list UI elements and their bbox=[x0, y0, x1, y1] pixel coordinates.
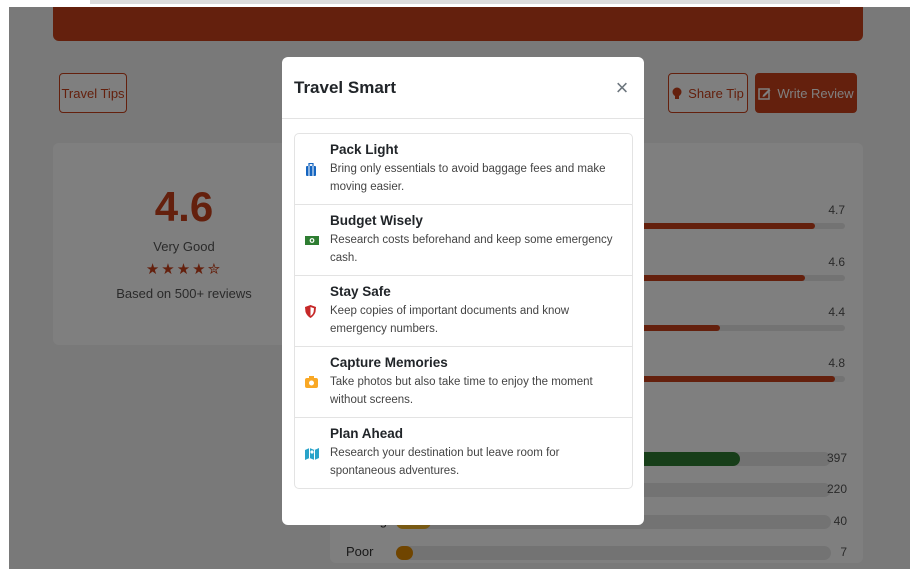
tip-item-capture-memories: Capture Memories Take photos but also ta… bbox=[295, 347, 632, 418]
map-icon bbox=[305, 447, 319, 460]
tip-title: Capture Memories bbox=[330, 355, 448, 370]
tip-item-budget-wisely: Budget Wisely Research costs beforehand … bbox=[295, 205, 632, 276]
camera-icon bbox=[305, 376, 318, 388]
tip-description: Take photos but also take time to enjoy … bbox=[330, 376, 593, 406]
side-strip bbox=[0, 0, 9, 569]
modal-header: Travel Smart × bbox=[282, 57, 644, 119]
tip-description: Research your destination but leave room… bbox=[330, 447, 560, 477]
tip-title: Budget Wisely bbox=[330, 213, 423, 228]
tip-item-plan-ahead: Plan Ahead Research your destination but… bbox=[295, 418, 632, 488]
tip-description: Keep copies of important documents and k… bbox=[330, 305, 570, 335]
modal-title: Travel Smart bbox=[294, 77, 397, 97]
close-icon[interactable]: × bbox=[610, 76, 634, 99]
tips-list: Pack Light Bring only essentials to avoi… bbox=[294, 133, 633, 489]
tip-description: Bring only essentials to avoid baggage f… bbox=[330, 163, 606, 193]
tip-title: Plan Ahead bbox=[330, 426, 404, 441]
travel-smart-modal: Travel Smart × Pack Light Bring only ess… bbox=[282, 57, 644, 525]
tip-title: Pack Light bbox=[330, 142, 399, 157]
tip-item-pack-light: Pack Light Bring only essentials to avoi… bbox=[295, 134, 632, 205]
tip-description: Research costs beforehand and keep some … bbox=[330, 234, 613, 264]
tip-title: Stay Safe bbox=[330, 284, 391, 299]
top-divider bbox=[90, 0, 840, 4]
tip-item-stay-safe: Stay Safe Keep copies of important docum… bbox=[295, 276, 632, 347]
money-icon bbox=[305, 235, 319, 245]
suitcase-icon bbox=[306, 162, 316, 176]
shield-icon bbox=[305, 304, 316, 318]
